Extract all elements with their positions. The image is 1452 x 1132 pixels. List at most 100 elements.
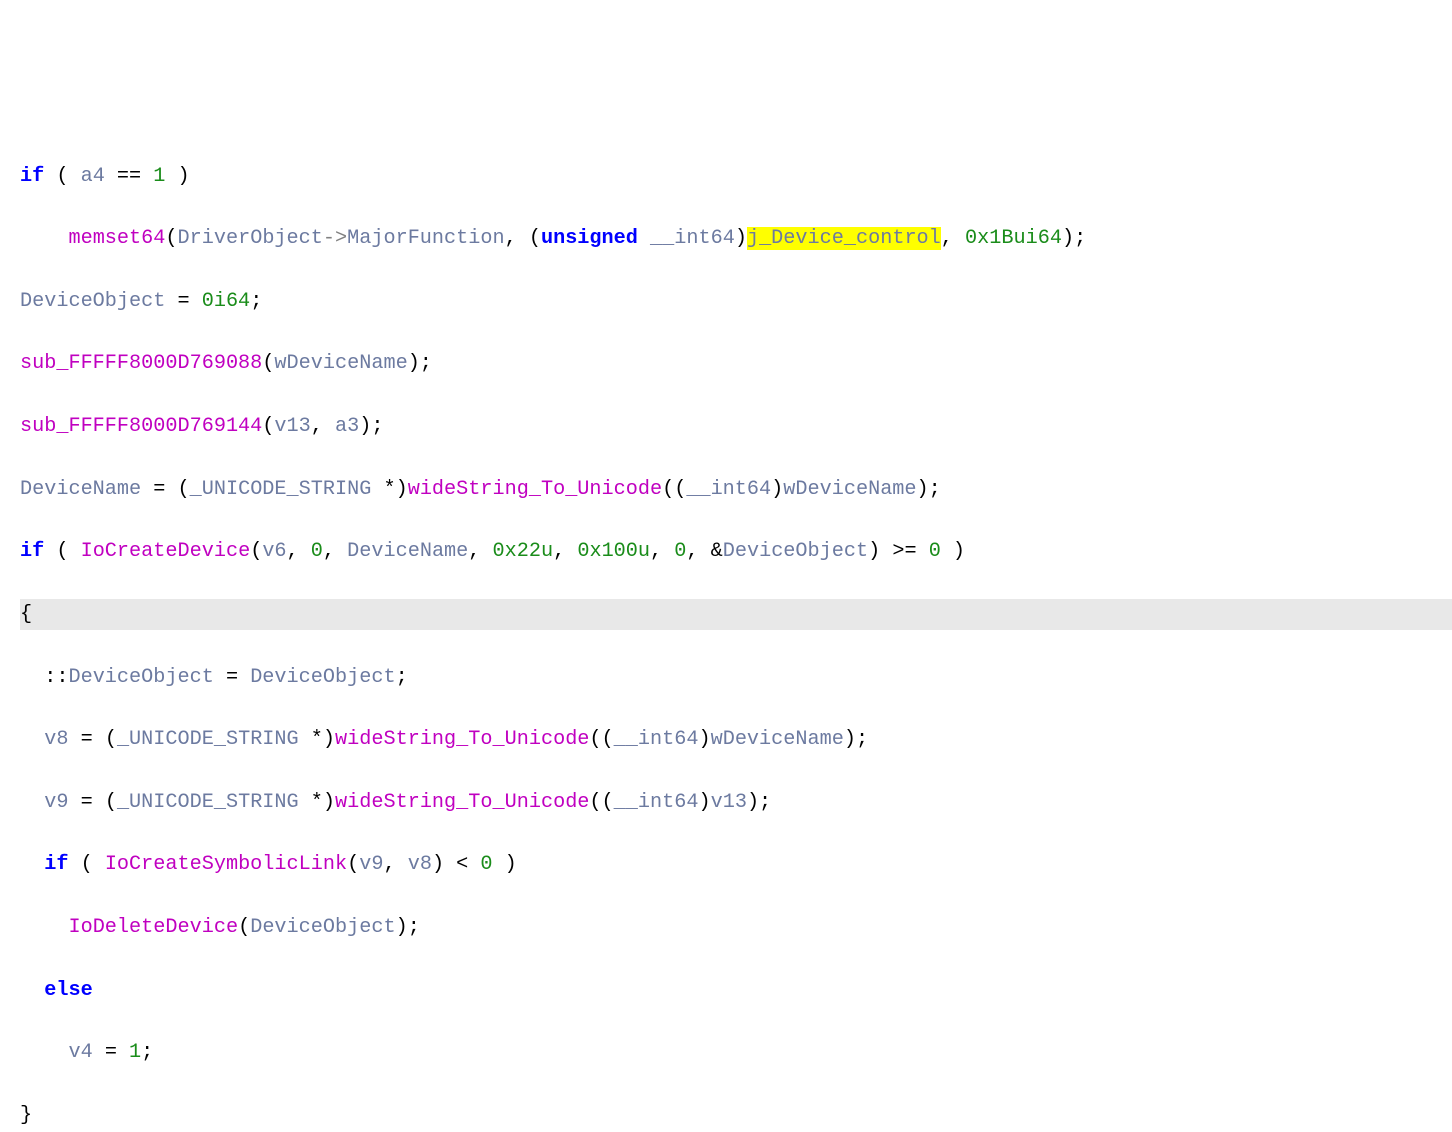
paren: ); [359,415,383,438]
code-view: if ( a4 == 1 ) memset64(DriverObject->Ma… [20,129,1452,1132]
variable: a3 [335,415,359,438]
number: 0 [480,853,492,876]
variable: v13 [274,415,310,438]
code-line: v4 = 1; [20,1037,1452,1068]
pointer: * [299,791,323,814]
operator: = [214,666,250,689]
function-call: wideString_To_Unicode [335,728,589,751]
operator: == [105,165,153,188]
operator: = [68,791,104,814]
variable: v13 [711,791,747,814]
operator: = [165,290,201,313]
scope-operator: :: [44,666,68,689]
type: __int64 [614,728,699,751]
type: __int64 [686,478,771,501]
operator: = [141,478,177,501]
code-line: else [20,975,1452,1006]
code-line: if ( IoCreateDevice(v6, 0, DeviceName, 0… [20,536,1452,567]
code-line: v8 = (_UNICODE_STRING *)wideString_To_Un… [20,724,1452,755]
indent [20,979,44,1002]
indent [20,791,44,814]
function-call: sub_FFFFF8000D769144 [20,415,262,438]
comma: , [287,540,311,563]
comma: , [311,415,335,438]
member: MajorFunction [347,227,505,250]
keyword-unsigned: unsigned [541,227,638,250]
type: __int64 [650,227,735,250]
variable: v8 [408,853,432,876]
text: , ( [505,227,541,250]
number: 0 [929,540,941,563]
function-call: sub_FFFFF8000D769088 [20,352,262,375]
paren: ) [396,478,408,501]
function-call: memset64 [68,227,165,250]
brace-open: { [20,603,32,626]
comma: , [650,540,674,563]
space [638,227,650,250]
indent [20,728,44,751]
paren: ) [698,728,710,751]
code-line: ::DeviceObject = DeviceObject; [20,662,1452,693]
paren: ); [1062,227,1086,250]
function-call: wideString_To_Unicode [408,478,662,501]
brace-close: } [20,1104,32,1127]
variable: a4 [81,165,105,188]
number: 0 [311,540,323,563]
paren: ) [698,791,710,814]
keyword-if: if [20,165,44,188]
code-line: memset64(DriverObject->MajorFunction, (u… [20,223,1452,254]
accessor: -> [323,227,347,250]
text: , [941,227,965,250]
keyword-else: else [44,979,92,1002]
function-call: IoDeleteDevice [68,916,238,939]
code-line-selected: { [20,599,1452,630]
variable: v6 [262,540,286,563]
paren: ); [396,916,420,939]
type: _UNICODE_STRING [190,478,372,501]
code-line: DeviceName = (_UNICODE_STRING *)wideStri… [20,474,1452,505]
number: 1 [153,165,165,188]
keyword-if: if [44,853,68,876]
number: 0i64 [202,290,250,313]
paren: ( [347,853,359,876]
comma: , [553,540,577,563]
paren: (( [662,478,686,501]
variable: DriverObject [178,227,323,250]
variable: DeviceName [347,540,468,563]
paren: ( [262,415,274,438]
paren: ) [165,165,189,188]
variable: DeviceObject [723,540,868,563]
paren: ( [250,540,262,563]
paren: (( [589,791,613,814]
paren: ); [844,728,868,751]
paren: ( [105,791,117,814]
variable: DeviceObject [68,666,213,689]
variable: DeviceName [20,478,141,501]
paren: ( [178,478,190,501]
paren: ); [917,478,941,501]
variable: wDeviceName [274,352,407,375]
variable: DeviceObject [20,290,165,313]
paren: ); [747,791,771,814]
semicolon: ; [396,666,408,689]
code-line: } [20,1100,1452,1131]
keyword-if: if [20,540,44,563]
semicolon: ; [250,290,262,313]
paren: ); [408,352,432,375]
type: _UNICODE_STRING [117,791,299,814]
paren: ) >= [868,540,929,563]
paren: ( [44,540,80,563]
paren: (( [589,728,613,751]
variable: v9 [359,853,383,876]
indent [20,853,44,876]
operator: = [68,728,104,751]
paren: ( [44,165,80,188]
number: 0 [674,540,686,563]
comma: , & [686,540,722,563]
paren: ) [323,791,335,814]
pointer: * [371,478,395,501]
comma: , [383,853,407,876]
function-call: wideString_To_Unicode [335,791,589,814]
variable: v4 [68,1041,92,1064]
paren: ( [105,728,117,751]
